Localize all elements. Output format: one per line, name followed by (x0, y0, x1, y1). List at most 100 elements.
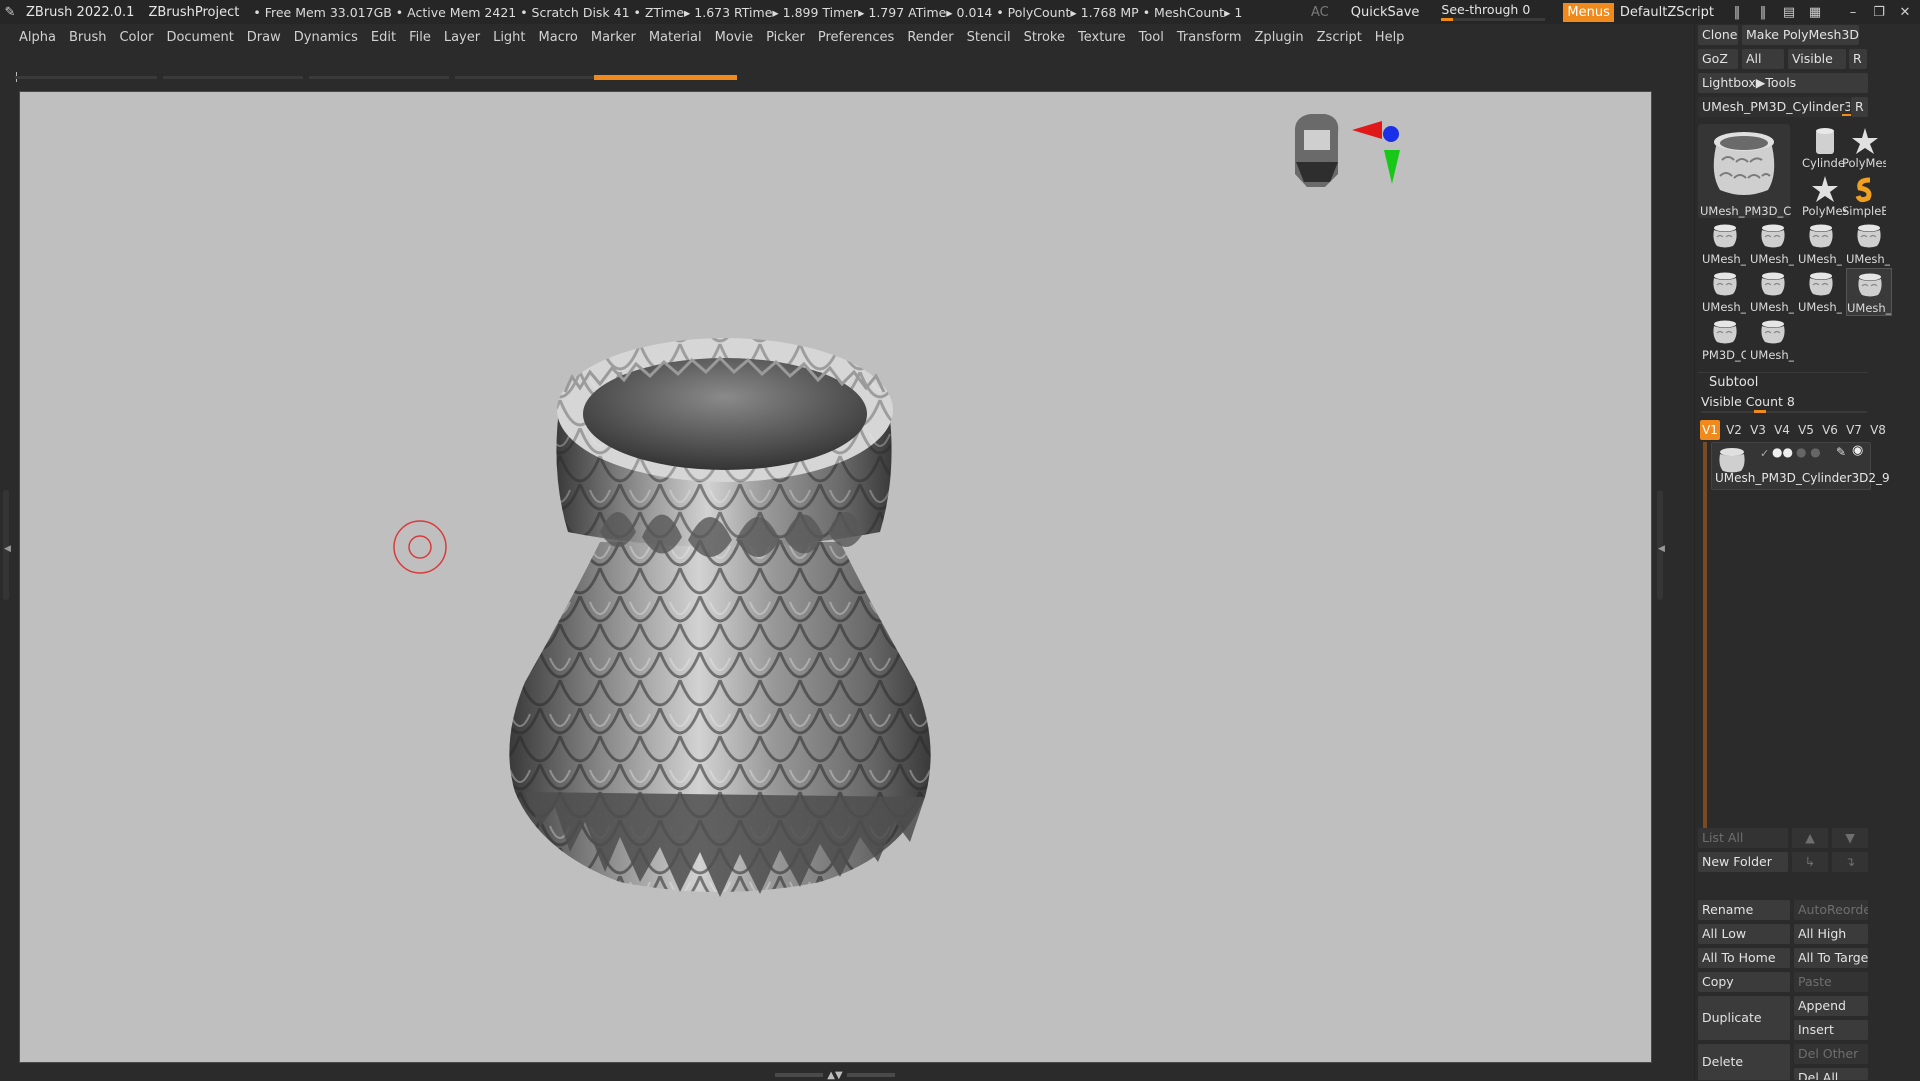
bottom-tray-arrow-icon[interactable]: ▲▼ (827, 1070, 842, 1081)
tool-thumb[interactable]: Cylinder (1802, 124, 1846, 170)
all-to-home-button[interactable]: All To Home (1698, 948, 1790, 968)
tool-thumb[interactable]: UMesh_ (1702, 220, 1746, 266)
tool-thumb[interactable]: UMesh_ (1798, 268, 1842, 314)
duplicate-button[interactable]: Duplicate (1698, 996, 1790, 1040)
tool-thumb[interactable]: UMesh_ (1750, 316, 1794, 362)
tool-thumb[interactable]: UMesh_ (1846, 220, 1890, 266)
version-tab-v7[interactable]: V7 (1844, 420, 1864, 440)
tool-thumb[interactable]: UMesh_ (1798, 220, 1842, 266)
menu-brush[interactable]: Brush (69, 30, 107, 45)
tool-thumb[interactable]: UMesh_ (1750, 220, 1794, 266)
clone-button[interactable]: Clone (1698, 25, 1738, 45)
version-tab-v1[interactable]: V1 (1700, 420, 1720, 440)
subtool-toggle-icon[interactable]: ●● (1772, 445, 1793, 459)
visible-count-slider[interactable]: Visible Count 8 (1701, 394, 1795, 409)
floppy-icon[interactable]: ▦ (1804, 5, 1826, 20)
version-tab-v6[interactable]: V6 (1820, 420, 1840, 440)
tool-thumb[interactable]: PolyMes (1842, 124, 1886, 170)
right-tray-arrow-icon[interactable]: ◀ (1658, 544, 1665, 554)
tool-thumb[interactable]: UMesh_ (1750, 268, 1794, 314)
subtool-dim-toggle-icon[interactable]: ● ● (1796, 445, 1821, 459)
version-tab-v2[interactable]: V2 (1724, 420, 1744, 440)
tray-right-icon[interactable]: ‖ (1752, 5, 1774, 20)
menu-file[interactable]: File (409, 30, 431, 45)
delete-button[interactable]: Delete (1698, 1044, 1790, 1080)
minimize-icon[interactable]: – (1842, 5, 1864, 20)
canvas-viewport[interactable] (19, 91, 1652, 1063)
x-axis-arrow[interactable] (1352, 121, 1382, 139)
list-all-button[interactable]: List All (1698, 828, 1788, 848)
quicksave-button[interactable]: QuickSave (1351, 5, 1420, 20)
new-folder-button[interactable]: New Folder (1698, 852, 1788, 872)
close-icon[interactable]: ✕ (1894, 5, 1916, 20)
goz-visible-button[interactable]: Visible (1788, 49, 1846, 69)
default-zscript-button[interactable]: DefaultZScript (1620, 5, 1714, 20)
menu-tool[interactable]: Tool (1139, 30, 1164, 45)
make-polymesh-button[interactable]: Make PolyMesh3D (1742, 25, 1859, 45)
subtool-eye-icon[interactable]: ◉ (1852, 443, 1863, 458)
menu-texture[interactable]: Texture (1078, 30, 1126, 45)
current-tool-r-button[interactable]: R (1851, 97, 1868, 117)
tool-thumb[interactable]: UMesh_ (1702, 268, 1746, 314)
version-tab-v5[interactable]: V5 (1796, 420, 1816, 440)
menus-toggle-button[interactable]: Menus (1563, 2, 1614, 22)
menu-preferences[interactable]: Preferences (818, 30, 894, 45)
subtool-brush-icon[interactable]: ✓ (1760, 447, 1769, 460)
shelf-tab[interactable] (15, 76, 157, 79)
lightbox-tools-button[interactable]: Lightbox▶Tools (1698, 73, 1868, 93)
version-tab-v4[interactable]: V4 (1772, 420, 1792, 440)
goz-all-button[interactable]: All (1742, 49, 1784, 69)
current-tool-slider[interactable]: UMesh_PM3D_Cylinder3D2_9 (1698, 97, 1850, 117)
menu-zplugin[interactable]: Zplugin (1255, 30, 1304, 45)
move-down-icon[interactable]: ▼ (1832, 828, 1868, 848)
subtool-list-item[interactable]: ✓ ●● ● ● ✎ ◉ UMesh_PM3D_Cylinder3D2_9 (1711, 442, 1890, 490)
goz-r-button[interactable]: R (1849, 49, 1867, 69)
menu-render[interactable]: Render (907, 30, 953, 45)
menu-picker[interactable]: Picker (766, 30, 805, 45)
tool-thumb[interactable]: SimpleB (1842, 172, 1886, 218)
tool-thumb[interactable]: PolyMes (1802, 172, 1846, 218)
all-low-button[interactable]: All Low (1698, 924, 1790, 944)
y-axis-arrow[interactable] (1384, 150, 1400, 184)
subtool-paint-icon[interactable]: ✎ (1836, 445, 1846, 459)
version-tab-v8[interactable]: V8 (1868, 420, 1888, 440)
append-button[interactable]: Append (1794, 996, 1868, 1016)
z-axis-ball[interactable] (1383, 126, 1399, 142)
del-all-button[interactable]: Del All (1794, 1068, 1868, 1080)
menu-transform[interactable]: Transform (1177, 30, 1242, 45)
version-tab-v3[interactable]: V3 (1748, 420, 1768, 440)
menu-dynamics[interactable]: Dynamics (294, 30, 358, 45)
subtool-list-scrollbar[interactable] (1703, 442, 1707, 844)
menu-layer[interactable]: Layer (444, 30, 480, 45)
insert-button[interactable]: Insert (1794, 1020, 1868, 1040)
shelf-tab[interactable] (455, 76, 595, 79)
menu-material[interactable]: Material (649, 30, 702, 45)
menu-edit[interactable]: Edit (371, 30, 396, 45)
goz-button[interactable]: GoZ (1698, 49, 1738, 69)
ac-toggle[interactable]: AC (1311, 5, 1329, 20)
left-tray-arrow-icon[interactable]: ◀ (4, 544, 11, 554)
navigation-gizmo[interactable] (1294, 114, 1400, 187)
subtool-title[interactable]: Subtool (1709, 375, 1758, 390)
rename-button[interactable]: Rename (1698, 900, 1790, 920)
menu-help[interactable]: Help (1375, 30, 1405, 45)
shelf-tab[interactable] (309, 76, 449, 79)
all-high-button[interactable]: All High (1794, 924, 1868, 944)
menu-draw[interactable]: Draw (247, 30, 281, 45)
see-through-slider[interactable]: See-through 0 (1441, 1, 1546, 23)
menu-movie[interactable]: Movie (715, 30, 753, 45)
menu-light[interactable]: Light (493, 30, 525, 45)
menu-stroke[interactable]: Stroke (1024, 30, 1065, 45)
autoreorder-button[interactable]: AutoReorder (1794, 900, 1868, 920)
menu-document[interactable]: Document (166, 30, 233, 45)
shelf-tab-active[interactable] (594, 75, 737, 80)
copy-button[interactable]: Copy (1698, 972, 1790, 992)
restore-icon[interactable]: ❐ (1868, 5, 1890, 20)
menu-marker[interactable]: Marker (591, 30, 636, 45)
menu-zscript[interactable]: Zscript (1317, 30, 1362, 45)
move-up-icon[interactable]: ▲ (1792, 828, 1828, 848)
del-other-button[interactable]: Del Other (1794, 1044, 1868, 1064)
folder-out-icon[interactable]: ↳ (1792, 852, 1828, 872)
current-tool-thumb[interactable]: UMesh_PM3D_C (1698, 124, 1791, 218)
menu-stencil[interactable]: Stencil (967, 30, 1011, 45)
